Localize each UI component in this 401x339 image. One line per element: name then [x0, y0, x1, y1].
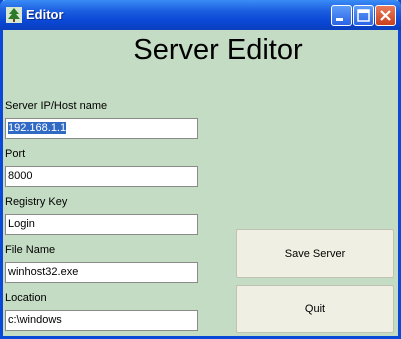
maximize-icon [357, 9, 370, 22]
file-name-input[interactable]: winhost32.exe [5, 262, 198, 283]
registry-key-input[interactable]: Login [5, 214, 198, 235]
close-button[interactable] [375, 5, 396, 26]
port-label: Port [5, 148, 26, 160]
registry-key-label: Registry Key [5, 196, 68, 208]
file-name-label: File Name [5, 244, 56, 256]
close-icon [380, 10, 391, 21]
maximize-button[interactable] [353, 5, 374, 26]
registry-key-value: Login [8, 218, 35, 230]
location-input[interactable]: c:\windows [5, 310, 198, 331]
tree-icon [6, 7, 22, 23]
save-server-button[interactable]: Save Server [236, 229, 394, 278]
file-name-value: winhost32.exe [8, 266, 79, 278]
minimize-button[interactable] [331, 5, 352, 26]
server-host-value: 192.168.1.1 [8, 122, 67, 134]
server-host-input[interactable]: 192.168.1.1 [5, 118, 198, 139]
quit-button[interactable]: Quit [236, 285, 394, 333]
window-title: Editor [26, 7, 64, 22]
port-value: 8000 [8, 170, 33, 182]
port-input[interactable]: 8000 [5, 166, 198, 187]
server-host-label: Server IP/Host name [5, 100, 108, 112]
minimize-icon [336, 18, 343, 21]
title-bar[interactable]: Editor [0, 0, 401, 30]
location-value: c:\windows [8, 314, 62, 326]
page-title: Server Editor [133, 34, 303, 66]
editor-window: Editor Server Editor Server IP/Host name… [0, 0, 401, 339]
location-label: Location [5, 292, 47, 304]
